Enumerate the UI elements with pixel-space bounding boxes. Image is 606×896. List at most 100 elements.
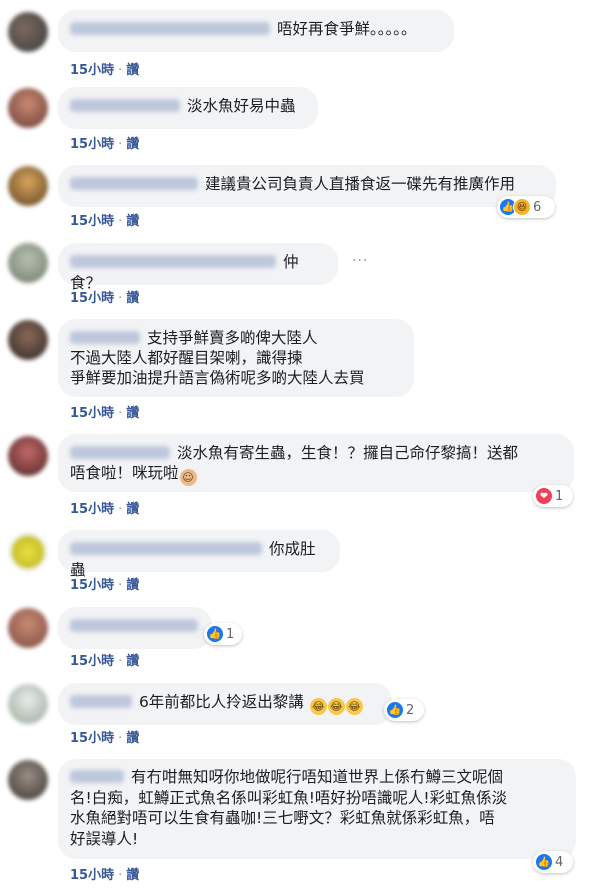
reaction-count: 6 bbox=[533, 199, 542, 215]
separator-dot: · bbox=[118, 731, 123, 746]
commenter-name[interactable] bbox=[70, 331, 140, 344]
commenter-name[interactable] bbox=[70, 770, 124, 783]
timestamp[interactable]: 15小時 bbox=[70, 868, 114, 883]
timestamp[interactable]: 15小時 bbox=[70, 502, 114, 517]
reaction-summary[interactable]: ❤ 1 bbox=[533, 485, 573, 507]
avatar[interactable] bbox=[8, 532, 48, 572]
comment-bubble: 淡水魚好易中蟲 bbox=[58, 87, 318, 129]
emoji-icon: ☺ bbox=[179, 469, 197, 486]
comment-text-line: 淡水魚有寄生蟲，生食！？攞自己命仔黎搞！送都 bbox=[176, 444, 518, 462]
avatar[interactable] bbox=[8, 166, 48, 206]
comment-text-line: 唔食啦！咪玩啦 bbox=[70, 464, 179, 482]
timestamp[interactable]: 15小時 bbox=[70, 137, 114, 152]
comment-bubble: 有冇咁無知呀你地做呢行唔知道世界上係冇鱒三文呢個 名!白痴，虹鱒正式魚名係叫彩虹… bbox=[58, 759, 576, 859]
comment-text: 淡水魚好易中蟲 bbox=[186, 97, 296, 115]
commenter-name[interactable] bbox=[70, 619, 198, 632]
comment-bubble: 6年前都比人拎返出黎講 😂 😂 😂 bbox=[58, 683, 392, 725]
like-link[interactable]: 讚 bbox=[126, 868, 139, 883]
comment-text-line: 好誤導人! bbox=[70, 829, 139, 848]
comment-meta: 15小時 · 讚 bbox=[70, 574, 139, 593]
separator-dot: · bbox=[118, 406, 123, 421]
commenter-name[interactable] bbox=[70, 22, 270, 35]
comment-text-line: 水魚絕對唔可以生食有蟲咖!三七嘢文？彩虹魚就係彩虹魚，唔 bbox=[70, 809, 495, 827]
comment-bubble: 仲食？ bbox=[58, 243, 338, 292]
reaction-summary[interactable]: 👍 1 bbox=[204, 623, 242, 645]
comment-meta: 15小時 · 讚 bbox=[70, 402, 139, 421]
comment-meta: 15小時 · 讚 bbox=[70, 498, 139, 517]
comment-text-line: 有冇咁無知呀你地做呢行唔知道世界上係冇鱒三文呢個 bbox=[130, 768, 503, 786]
separator-dot: · bbox=[118, 291, 123, 306]
separator-dot: · bbox=[118, 502, 123, 517]
timestamp[interactable]: 15小時 bbox=[70, 291, 114, 306]
separator-dot: · bbox=[118, 578, 123, 593]
separator-dot: · bbox=[118, 137, 123, 152]
like-reaction-icon: 👍 bbox=[206, 625, 224, 643]
like-link[interactable]: 讚 bbox=[126, 214, 139, 229]
comment-bubble: 淡水魚有寄生蟲，生食！？攞自己命仔黎搞！送都 唔食啦！咪玩啦 ☺ bbox=[58, 434, 574, 492]
haha-reaction-icon: 😆 bbox=[513, 198, 531, 216]
comment-text-line: 名!白痴，虹鱒正式魚名係叫彩虹魚!唔好扮唔識呢人!彩虹魚係淡 bbox=[70, 788, 508, 807]
comment-meta: 15小時 · 讚 bbox=[70, 727, 139, 746]
comment-meta: 15小時 · 讚 bbox=[70, 287, 139, 306]
reaction-summary[interactable]: 👍 😆 6 bbox=[497, 196, 555, 218]
separator-dot: · bbox=[118, 868, 123, 883]
commenter-name[interactable] bbox=[70, 177, 198, 190]
timestamp[interactable]: 15小時 bbox=[70, 406, 114, 421]
commenter-name[interactable] bbox=[70, 99, 180, 112]
like-link[interactable]: 讚 bbox=[126, 731, 139, 746]
reaction-summary[interactable]: 👍 2 bbox=[384, 699, 424, 721]
more-options-icon[interactable]: ··· bbox=[352, 253, 368, 269]
comment-text: 建議貴公司負責人直播食返一碟先有推廣作用 bbox=[204, 175, 515, 193]
avatar[interactable] bbox=[8, 608, 48, 648]
commenter-name[interactable] bbox=[70, 446, 170, 459]
comment-meta: 15小時 · 讚 bbox=[70, 864, 139, 883]
avatar[interactable] bbox=[8, 760, 48, 800]
separator-dot: · bbox=[118, 654, 123, 669]
comment-meta: 15小時 · 讚 bbox=[70, 59, 139, 78]
comment-bubble: 支持爭鮮賣多啲俾大陸人 不過大陸人都好醒目架喇，識得揀 爭鮮要加油提升語言偽術呢… bbox=[58, 319, 414, 397]
comment-text-line: 爭鮮要加油提升語言偽術呢多啲大陸人去買 bbox=[70, 369, 365, 387]
laughing-emoji-icon: 😂 bbox=[309, 698, 327, 715]
comment-meta: 15小時 · 讚 bbox=[70, 133, 139, 152]
avatar[interactable] bbox=[8, 436, 48, 476]
commenter-name[interactable] bbox=[70, 542, 262, 555]
timestamp[interactable]: 15小時 bbox=[70, 654, 114, 669]
timestamp[interactable]: 15小時 bbox=[70, 731, 114, 746]
separator-dot: · bbox=[118, 63, 123, 78]
comment-bubble: 建議貴公司負責人直播食返一碟先有推廣作用 bbox=[58, 165, 556, 207]
like-reaction-icon: 👍 bbox=[535, 853, 553, 871]
like-link[interactable]: 讚 bbox=[126, 654, 139, 669]
comment-bubble: 唔好再食爭鮮。。。。。 bbox=[58, 10, 454, 52]
comment-bubble: 你成肚蟲 bbox=[58, 530, 340, 579]
like-link[interactable]: 讚 bbox=[126, 502, 139, 517]
like-link[interactable]: 讚 bbox=[126, 578, 139, 593]
reaction-count: 2 bbox=[406, 702, 415, 718]
like-link[interactable]: 讚 bbox=[126, 63, 139, 78]
comment-text: 6年前都比人拎返出黎講 bbox=[138, 693, 304, 711]
avatar[interactable] bbox=[8, 243, 48, 283]
reaction-summary[interactable]: 👍 4 bbox=[533, 851, 573, 873]
love-reaction-icon: ❤ bbox=[535, 487, 553, 505]
timestamp[interactable]: 15小時 bbox=[70, 578, 114, 593]
like-link[interactable]: 讚 bbox=[126, 137, 139, 152]
like-reaction-icon: 👍 bbox=[386, 701, 404, 719]
comment-text-line: 不過大陸人都好醒目架喇，識得揀 bbox=[70, 349, 303, 367]
timestamp[interactable]: 15小時 bbox=[70, 63, 114, 78]
avatar[interactable] bbox=[8, 88, 48, 128]
separator-dot: · bbox=[118, 214, 123, 229]
reaction-count: 1 bbox=[555, 488, 564, 504]
comment-text-line: 支持爭鮮賣多啲俾大陸人 bbox=[146, 329, 318, 347]
comment-meta: 15小時 · 讚 bbox=[70, 650, 139, 669]
like-link[interactable]: 讚 bbox=[126, 291, 139, 306]
commenter-name[interactable] bbox=[70, 255, 276, 268]
laughing-emoji-icon: 😂 bbox=[327, 698, 345, 715]
avatar[interactable] bbox=[8, 12, 48, 52]
commenter-name[interactable] bbox=[70, 695, 132, 708]
timestamp[interactable]: 15小時 bbox=[70, 214, 114, 229]
laughing-emoji-icon: 😂 bbox=[345, 698, 363, 715]
avatar[interactable] bbox=[8, 684, 48, 724]
like-link[interactable]: 讚 bbox=[126, 406, 139, 421]
avatar[interactable] bbox=[8, 320, 48, 360]
reaction-count: 1 bbox=[226, 626, 235, 642]
comment-text: 唔好再食爭鮮。。。。。 bbox=[276, 20, 417, 38]
